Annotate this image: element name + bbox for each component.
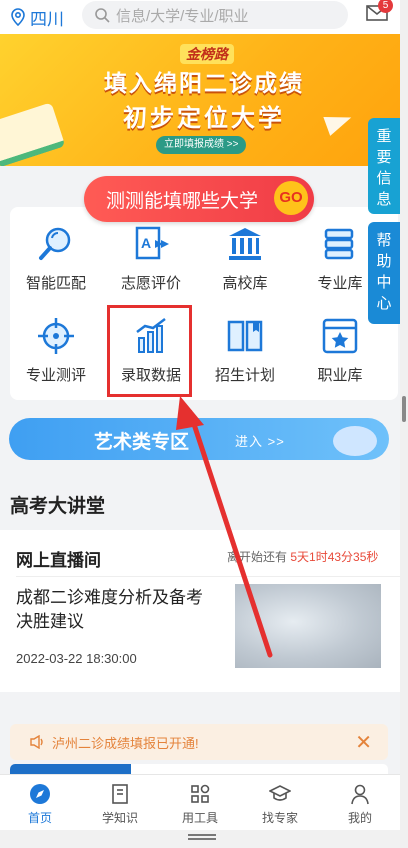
grid-item-volunteer-evaluation[interactable]: A 志愿评价 (111, 224, 191, 293)
side-info-label: 重要信息 (376, 128, 392, 208)
graduation-cap-icon (269, 785, 291, 801)
art-zone-banner[interactable]: 艺术类专区 进入 >> (9, 418, 389, 460)
side-tab-important-info[interactable]: 重要信息 (368, 118, 400, 214)
grid-item-label: 职业库 (317, 367, 363, 384)
promo-banner[interactable]: 金榜路 填入绵阳二诊成绩 初步定位大学 立即填报成绩 >> (0, 34, 408, 166)
grid-item-label: 高校库 (222, 275, 268, 292)
live-room-heading: 网上直播间 (16, 551, 101, 570)
grid-item-career-library[interactable]: 职业库 (300, 316, 380, 385)
svg-text:A: A (141, 235, 151, 251)
art-zone-enter: 进入 >> (235, 434, 285, 449)
tab-mine[interactable]: 我的 (320, 775, 400, 830)
search-placeholder: 信息/大学/专业/职业 (116, 7, 249, 25)
live-thumbnail[interactable] (235, 584, 381, 668)
banner-logo: 金榜路 (180, 44, 234, 64)
scrollbar[interactable] (400, 0, 408, 848)
tab-home[interactable]: 首页 (0, 775, 80, 830)
banner-cta-button[interactable]: 立即填报成绩 >> (156, 136, 247, 154)
mail-badge: 5 (378, 0, 393, 13)
magnifier-icon (39, 227, 71, 260)
banner-subheadline: 初步定位大学 (123, 105, 285, 132)
tools-icon (191, 784, 210, 803)
tab-experts[interactable]: 找专家 (240, 775, 320, 830)
tab-tools[interactable]: 用工具 (160, 775, 240, 830)
search-input[interactable]: 信息/大学/专业/职业 (82, 1, 348, 29)
user-icon (351, 784, 369, 805)
notice-bar[interactable]: 泸州二诊成绩填报已开通! ✕ (10, 724, 388, 760)
top-bar: 四川 信息/大学/专业/职业 5 (0, 0, 408, 34)
grid-item-label: 专业库 (317, 275, 363, 292)
test-button-label: 测测能填哪些大学 (106, 190, 259, 212)
open-book-icon (227, 320, 263, 352)
location-pin-icon (11, 8, 25, 26)
live-room-card[interactable]: 网上直播间 离开始还有 5天1时43分35秒 成都二诊难度分析及备考决胜建议 2… (0, 530, 400, 692)
grid-item-label: 志愿评价 (120, 275, 181, 292)
system-nav-bar (0, 830, 408, 848)
close-icon[interactable]: ✕ (355, 730, 372, 755)
university-icon (229, 228, 261, 260)
banner-headline: 填入绵阳二诊成绩 (104, 70, 304, 96)
search-icon (95, 8, 110, 23)
grid-item-label: 专业测评 (25, 367, 86, 384)
highlight-box (107, 305, 192, 397)
grid-item-university-library[interactable]: 高校库 (205, 224, 285, 293)
bottom-tab-bar: 首页 学知识 用工具 找专家 我的 (0, 774, 400, 830)
grid-item-label: 智能匹配 (25, 275, 86, 292)
divider (16, 576, 400, 577)
scrollbar-thumb[interactable] (402, 396, 406, 422)
countdown-prefix: 离开始还有 (227, 550, 288, 564)
grid-item-enrollment-plan[interactable]: 招生计划 (205, 316, 285, 385)
test-universities-button[interactable]: 测测能填哪些大学 GO (84, 176, 314, 222)
location-selector[interactable]: 四川 (10, 5, 64, 30)
progress-fill (10, 764, 131, 774)
countdown-value: 5天1时43分35秒 (290, 550, 379, 564)
notice-text: 泸州二诊成绩填报已开通! (52, 735, 199, 751)
notebook-icon (112, 784, 128, 804)
books-icon (324, 228, 354, 260)
countdown: 离开始还有 5天1时43分35秒 (227, 548, 378, 565)
palette-icon (333, 426, 377, 456)
section-title: 高考大讲堂 (10, 496, 106, 517)
document-a-icon: A (135, 226, 169, 260)
tab-learn[interactable]: 学知识 (80, 775, 160, 830)
tab-label: 用工具 (181, 811, 218, 825)
compass-icon (30, 784, 50, 804)
mail-button[interactable]: 5 (366, 0, 393, 24)
live-title[interactable]: 成都二诊难度分析及备考决胜建议 (16, 586, 216, 634)
tab-label: 首页 (27, 811, 52, 825)
grid-item-major-assessment[interactable]: 专业测评 (16, 316, 96, 385)
target-icon (38, 318, 74, 354)
side-tab-help-center[interactable]: 帮助中心 (368, 222, 400, 324)
art-zone-title: 艺术类专区 (94, 432, 190, 453)
grid-item-smart-match[interactable]: 智能匹配 (16, 224, 96, 293)
tab-label: 我的 (347, 811, 372, 825)
menu-icon[interactable] (188, 834, 216, 836)
side-help-label: 帮助中心 (376, 232, 392, 312)
go-badge: GO (274, 181, 308, 215)
speaker-icon (30, 735, 43, 749)
tab-label: 学知识 (101, 811, 138, 825)
browser-star-icon (322, 318, 358, 354)
tab-label: 找专家 (261, 811, 298, 825)
live-time: 2022-03-22 18:30:00 (16, 651, 137, 666)
grid-item-label: 招生计划 (214, 367, 275, 384)
progress-bar (10, 764, 388, 774)
location-label: 四川 (30, 9, 64, 29)
